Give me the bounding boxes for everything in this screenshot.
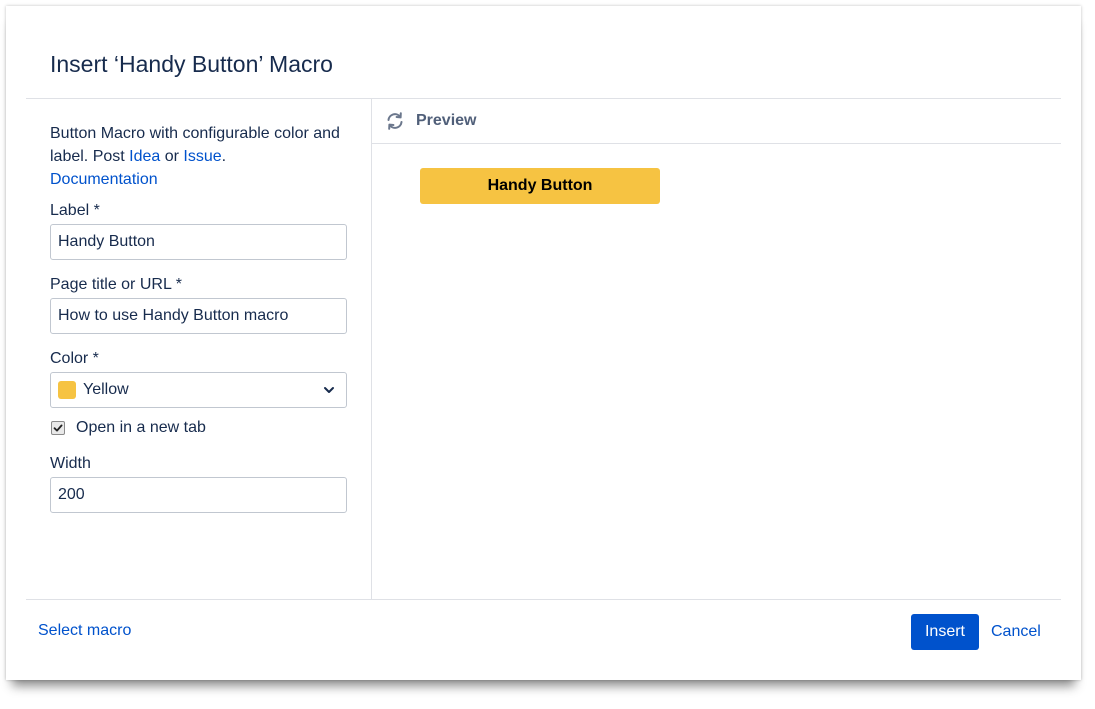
chevron-down-icon: [321, 382, 337, 398]
dialog-title: Insert ‘Handy Button’ Macro: [50, 51, 333, 77]
insert-button[interactable]: Insert: [911, 614, 979, 650]
description-or: or: [160, 148, 184, 165]
color-field-label: Color *: [50, 350, 99, 367]
checkmark-icon: [53, 424, 63, 432]
description-period: .: [221, 148, 227, 165]
color-field: Color * Yellow: [50, 349, 347, 408]
page-field: Page title or URL * How to use Handy But…: [50, 275, 347, 334]
width-field: Width 200: [50, 454, 347, 513]
footer-divider: [26, 599, 1061, 600]
new-tab-label[interactable]: Open in a new tab: [76, 419, 206, 437]
color-select-value: Yellow: [83, 381, 129, 398]
label-input[interactable]: Handy Button: [50, 224, 347, 260]
width-input[interactable]: 200: [50, 477, 347, 513]
page-field-label: Page title or URL *: [50, 276, 182, 293]
label-field-label: Label *: [50, 202, 100, 219]
page-url-input[interactable]: How to use Handy Button macro: [50, 298, 347, 334]
new-tab-checkbox[interactable]: [51, 421, 65, 435]
select-macro-link[interactable]: Select macro: [38, 621, 131, 641]
color-swatch: [58, 381, 76, 399]
label-field: Label * Handy Button: [50, 201, 347, 260]
preview-title: Preview: [416, 112, 477, 129]
macro-parameters-panel: Button Macro with configurable color and…: [50, 122, 347, 528]
panel-divider: [371, 99, 372, 599]
issue-link[interactable]: Issue: [183, 148, 221, 165]
preview-header: Preview: [372, 99, 1061, 144]
cancel-link[interactable]: Cancel: [991, 622, 1041, 642]
idea-link[interactable]: Idea: [129, 148, 160, 165]
color-select[interactable]: Yellow: [50, 372, 347, 408]
macro-dialog: Insert ‘Handy Button’ Macro Button Macro…: [6, 6, 1081, 680]
width-field-label: Width: [50, 455, 91, 472]
documentation-link[interactable]: Documentation: [50, 171, 158, 188]
new-tab-option: Open in a new tab: [50, 418, 347, 438]
refresh-icon[interactable]: [384, 110, 406, 132]
handy-button-preview[interactable]: Handy Button: [420, 168, 660, 204]
macro-description: Button Macro with configurable color and…: [50, 122, 347, 191]
